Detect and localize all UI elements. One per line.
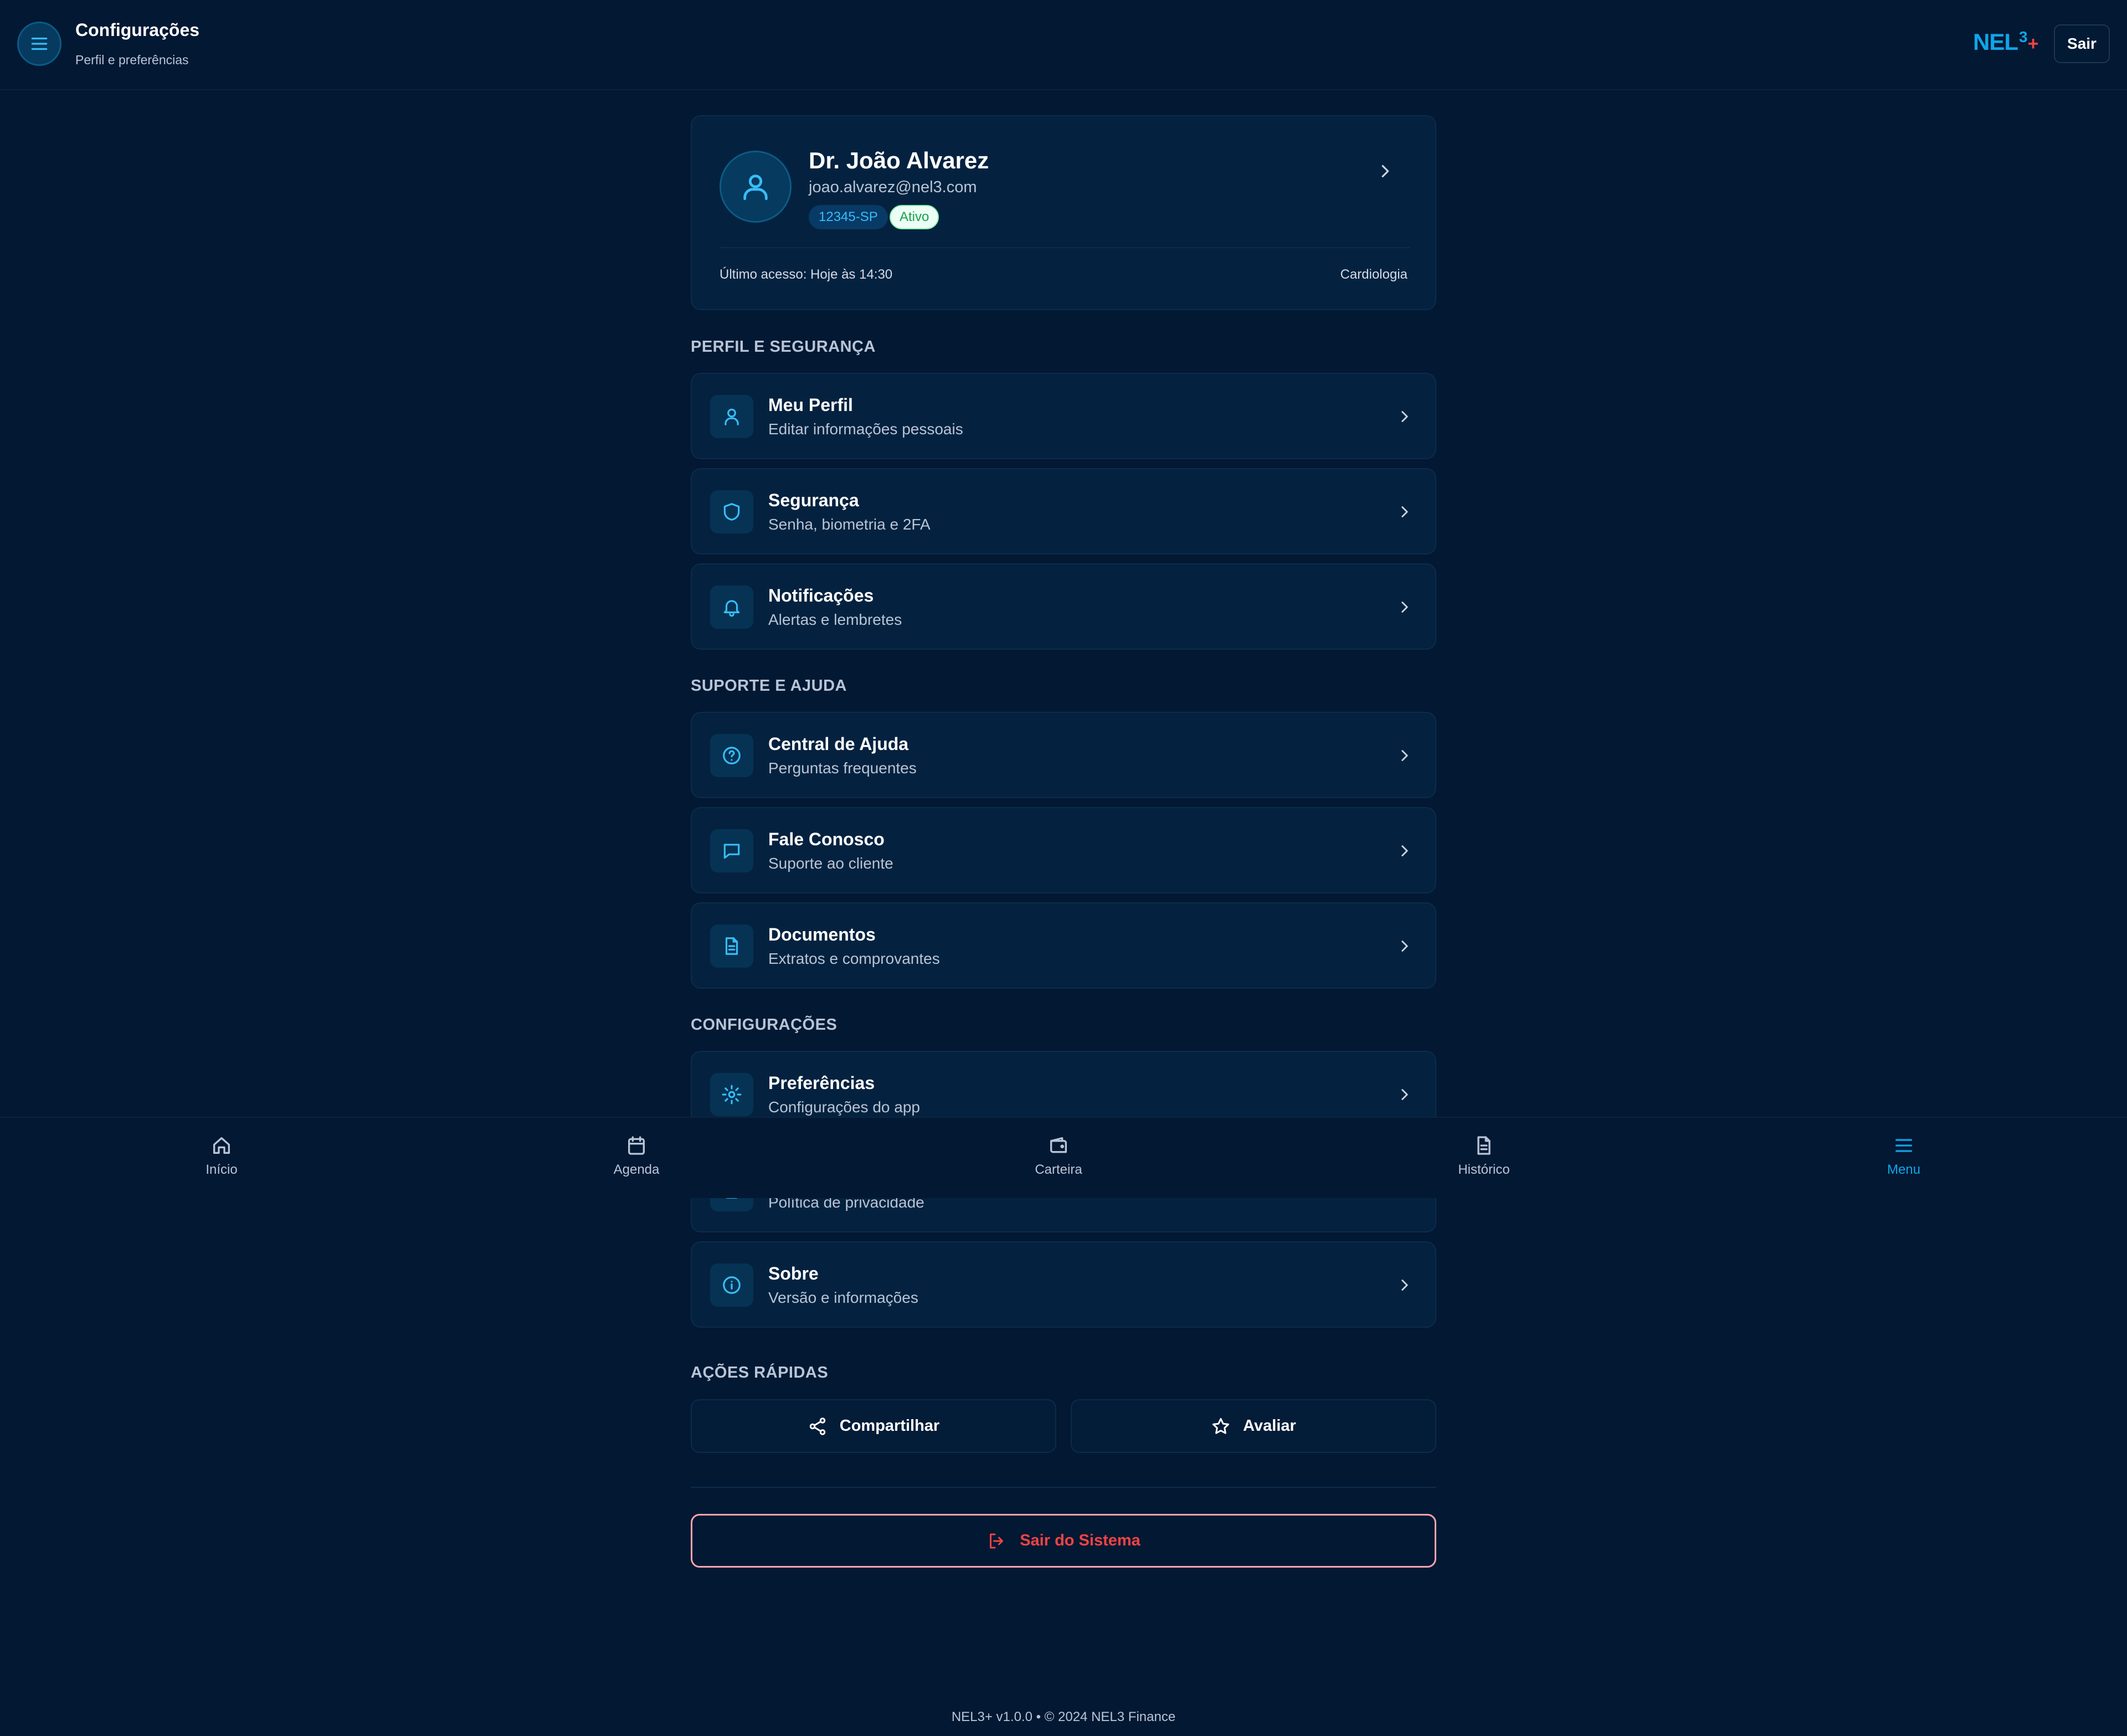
document-icon: [725, 937, 738, 955]
section-label-settings: CONFIGURAÇÕES: [691, 1016, 838, 1034]
status-badge: Ativo: [890, 205, 939, 229]
item-title: Notificações: [768, 585, 874, 605]
page-title: Configurações: [75, 20, 200, 40]
item-subtitle: Perguntas frequentes: [768, 759, 917, 777]
item-title: Central de Ajuda: [768, 734, 909, 754]
rate-label: Avaliar: [1243, 1417, 1296, 1435]
chevron-right-icon: [1401, 602, 1408, 613]
item-subtitle: Suporte ao cliente: [768, 855, 893, 872]
gear-icon: [722, 1085, 742, 1105]
menu-item-notifications[interactable]: Notificações Alertas e lembretes: [691, 563, 1436, 650]
profile-email: joao.alvarez@nel3.com: [809, 178, 977, 196]
menu-item-contact[interactable]: Fale Conosco Suporte ao cliente: [691, 807, 1436, 893]
nav-label: Carteira: [1035, 1162, 1082, 1177]
nav-label: Histórico: [1458, 1162, 1510, 1177]
item-subtitle: Senha, biometria e 2FA: [768, 516, 931, 533]
item-title: Sobre: [768, 1264, 819, 1283]
menu-item-help-center[interactable]: Central de Ajuda Perguntas frequentes: [691, 712, 1436, 798]
bottom-nav: Início Agenda Carteira Histórico Menu: [0, 1117, 2127, 1198]
item-title: Preferências: [768, 1073, 875, 1093]
divider: [720, 247, 1410, 248]
document-icon: [1477, 1136, 1491, 1155]
chevron-right-icon: [1401, 506, 1408, 517]
shield-icon: [723, 503, 740, 521]
item-subtitle: Extratos e comprovantes: [768, 950, 940, 967]
last-access: Último acesso: Hoje às 14:30: [720, 267, 893, 282]
item-title: Segurança: [768, 490, 859, 510]
item-subtitle: Editar informações pessoais: [768, 420, 963, 438]
share-icon: [809, 1417, 825, 1435]
menu-item-my-profile[interactable]: Meu Perfil Editar informações pessoais: [691, 373, 1436, 459]
hamburger-icon: [31, 37, 48, 50]
header-logout-button[interactable]: Sair: [2054, 24, 2110, 63]
nav-item-agenda[interactable]: Agenda: [570, 1134, 703, 1178]
user-icon: [725, 408, 739, 425]
bell-icon: [723, 600, 740, 617]
divider: [691, 1487, 1436, 1488]
menu-item-security[interactable]: Segurança Senha, biometria e 2FA: [691, 468, 1436, 554]
chevron-right-icon: [1401, 411, 1408, 422]
chevron-right-icon: [1401, 845, 1408, 856]
top-header: Configurações Perfil e preferências NEL3…: [0, 0, 2127, 90]
settings-screen: Configurações Perfil e preferências NEL3…: [0, 0, 2127, 1736]
chevron-right-icon: [1401, 1280, 1408, 1291]
exit-system-label: Sair do Sistema: [1020, 1532, 1140, 1549]
nav-item-history[interactable]: Histórico: [1417, 1134, 1550, 1178]
exit-system-button[interactable]: Sair do Sistema: [691, 1514, 1436, 1568]
item-title: Meu Perfil: [768, 395, 853, 415]
logout-icon: [990, 1533, 1004, 1548]
item-subtitle: Configurações do app: [768, 1098, 920, 1116]
info-icon: [723, 1276, 741, 1294]
specialty: Cardiologia: [1340, 267, 1407, 282]
brand-logo: NEL3+: [1973, 28, 2038, 55]
settings-content: Dr. João Alvarez joao.alvarez@nel3.com 1…: [691, 115, 1436, 1736]
crm-badge: 12345-SP: [809, 205, 888, 229]
chevron-right-icon: [1401, 1089, 1408, 1100]
user-icon: [743, 174, 768, 201]
nav-label: Menu: [1887, 1162, 1921, 1177]
nav-item-wallet[interactable]: Carteira: [992, 1134, 1125, 1178]
section-label-profile-security: PERFIL E SEGURANÇA: [691, 338, 876, 356]
item-subtitle: Versão e informações: [768, 1289, 918, 1306]
wallet-icon: [1050, 1137, 1067, 1153]
rate-button[interactable]: Avaliar: [1071, 1399, 1436, 1453]
item-title: Fale Conosco: [768, 829, 885, 849]
help-circle-icon: [723, 747, 741, 764]
message-icon: [723, 844, 740, 859]
avatar: [720, 151, 792, 223]
nav-item-home[interactable]: Início: [155, 1134, 288, 1178]
nav-label: Início: [205, 1162, 238, 1177]
menu-toggle-button[interactable]: [17, 22, 61, 66]
nav-item-menu[interactable]: Menu: [1837, 1134, 1970, 1178]
calendar-icon: [628, 1136, 645, 1155]
hamburger-icon: [1895, 1139, 1912, 1152]
share-button[interactable]: Compartilhar: [691, 1399, 1056, 1453]
home-icon: [213, 1137, 230, 1154]
chevron-right-icon: [1381, 165, 1389, 178]
item-subtitle: Alertas e lembretes: [768, 611, 902, 628]
footer-version: NEL3+ v1.0.0 • © 2024 NEL3 Finance: [951, 1709, 1176, 1724]
item-title: Documentos: [768, 925, 876, 944]
page-subtitle: Perfil e preferências: [75, 53, 189, 67]
nav-label: Agenda: [613, 1162, 660, 1177]
menu-item-about[interactable]: Sobre Versão e informações: [691, 1241, 1436, 1328]
section-label-support: SUPORTE E AJUDA: [691, 677, 847, 695]
chevron-right-icon: [1401, 750, 1408, 761]
profile-card[interactable]: Dr. João Alvarez joao.alvarez@nel3.com 1…: [691, 115, 1436, 310]
menu-item-documents[interactable]: Documentos Extratos e comprovantes: [691, 902, 1436, 989]
section-label-quick-actions: AÇÕES RÁPIDAS: [691, 1364, 829, 1381]
share-label: Compartilhar: [839, 1417, 940, 1435]
profile-name: Dr. João Alvarez: [809, 147, 989, 173]
star-icon: [1213, 1417, 1230, 1434]
chevron-right-icon: [1401, 941, 1408, 952]
